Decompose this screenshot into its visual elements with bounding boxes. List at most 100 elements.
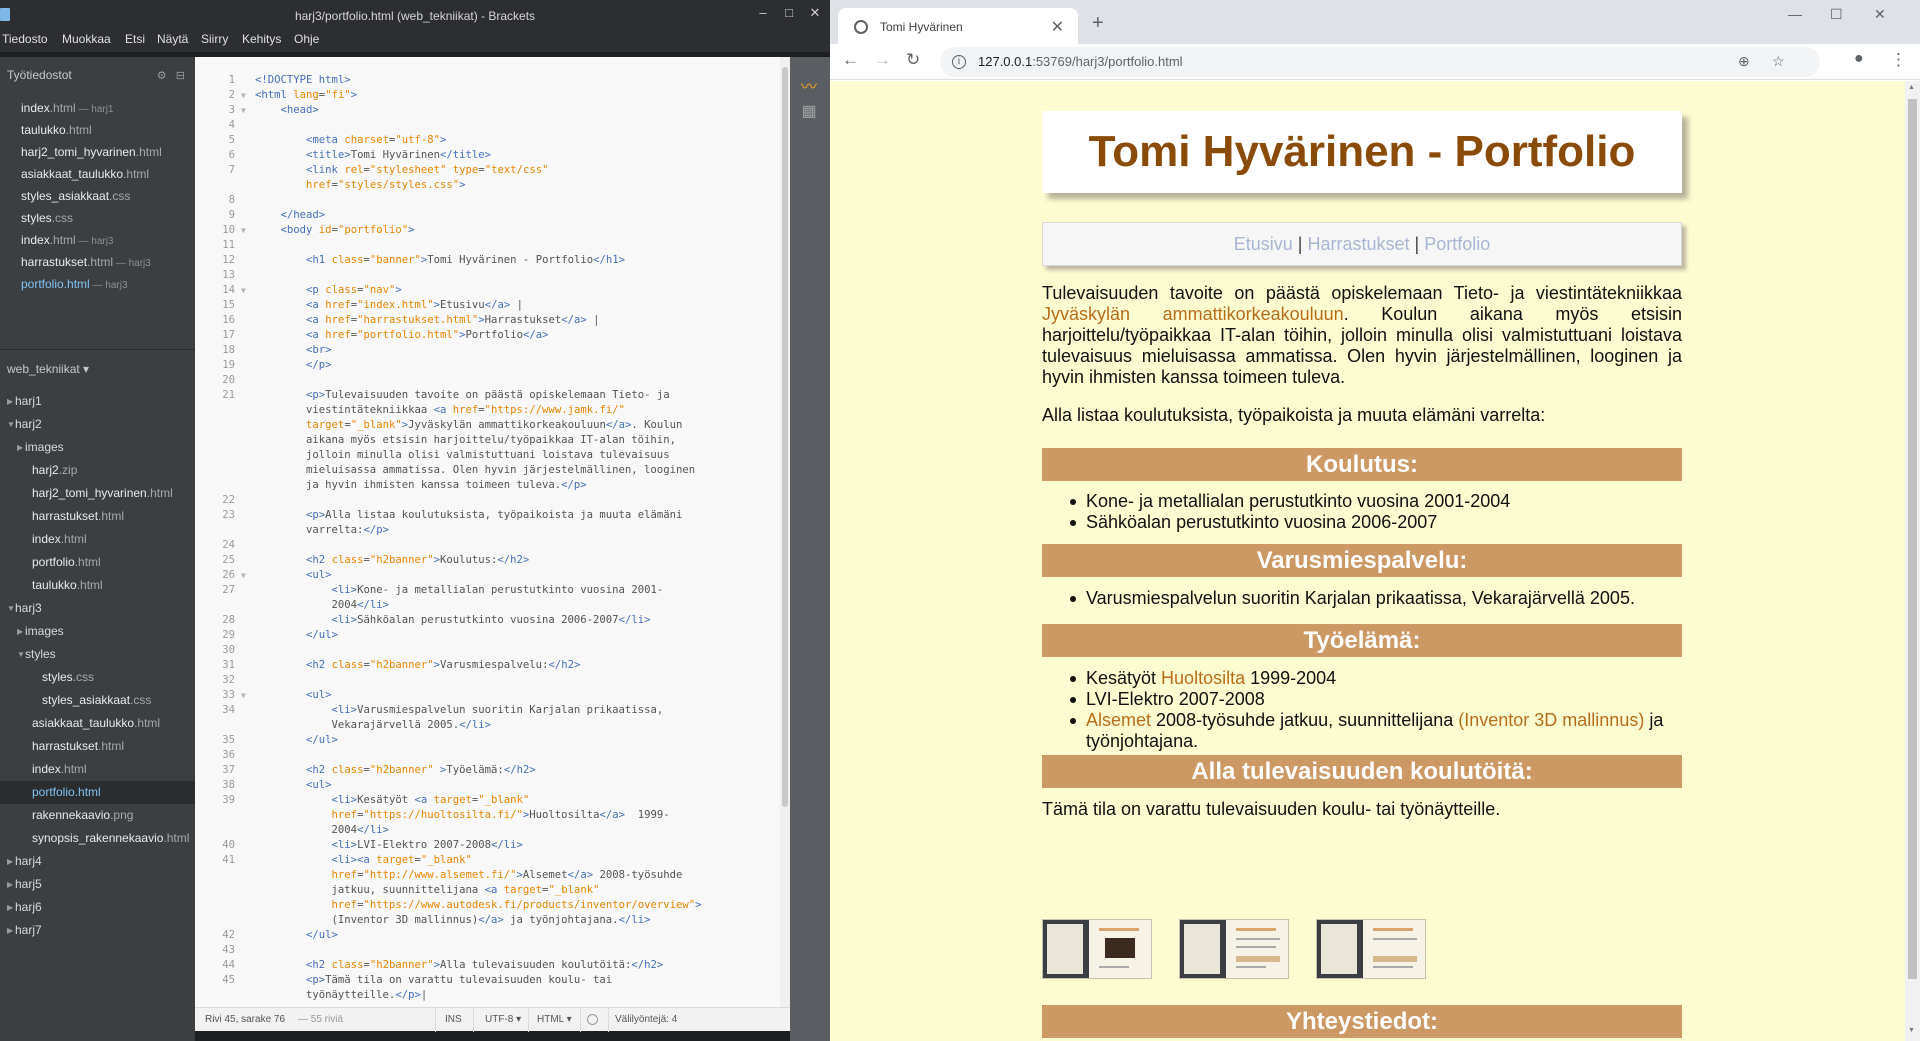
code-line[interactable]: 43 <box>222 943 702 958</box>
code-line[interactable]: varrelta:</p> <box>255 523 702 538</box>
linter-status-icon[interactable] <box>587 1014 598 1025</box>
maximize-button[interactable]: □ <box>778 4 800 22</box>
code-line[interactable]: href="styles/styles.css"> <box>255 178 702 193</box>
code-line[interactable]: 42 </ul> <box>222 928 702 943</box>
tree-file[interactable]: index.html <box>0 528 195 551</box>
code-line[interactable]: 44 <h2 class="h2banner">Alla tulevaisuud… <box>222 958 702 973</box>
working-file-item[interactable]: index.html — harj1 <box>0 97 195 119</box>
tree-folder[interactable]: ▶ harj7 <box>0 919 195 942</box>
working-file-item[interactable]: styles.css <box>0 207 195 229</box>
fold-arrow-icon[interactable]: ▼ <box>241 568 246 583</box>
tree-folder[interactable]: ▶ images <box>0 436 195 459</box>
code-line[interactable]: 8 <box>229 193 702 208</box>
code-line[interactable]: 19 </p> <box>222 358 702 373</box>
project-dropdown[interactable]: web_tekniikat ▾ <box>7 362 89 376</box>
url-text[interactable]: 127.0.0.1:53769/harj3/portfolio.html <box>978 54 1183 69</box>
bookmark-star-icon[interactable]: ☆ <box>1772 53 1785 70</box>
chevron-right-icon[interactable]: ▶ <box>7 390 13 413</box>
working-file-item[interactable]: taulukko.html <box>0 119 195 141</box>
code-line[interactable]: 9 </head> <box>229 208 702 223</box>
tree-folder[interactable]: ▼ styles <box>0 643 195 666</box>
menu-kehitys[interactable]: Kehitys <box>242 32 281 46</box>
code-line[interactable]: href="http://www.alsemet.fi/">Alsemet</a… <box>255 868 702 883</box>
new-tab-button[interactable]: + <box>1092 12 1104 35</box>
code-line[interactable]: href="https://huoltosilta.fi/">Huoltosil… <box>255 808 702 823</box>
tree-file[interactable]: styles.css <box>0 666 195 689</box>
code-line[interactable]: (Inventor 3D mallinnus)</a> ja työnjohta… <box>255 913 702 928</box>
tree-file[interactable]: harrastukset.html <box>0 735 195 758</box>
working-file-item[interactable]: harj2_tomi_hyvarinen.html <box>0 141 195 163</box>
tree-folder[interactable]: ▼ harj2 <box>0 413 195 436</box>
tree-folder[interactable]: ▶ harj4 <box>0 850 195 873</box>
code-line[interactable]: jolloin minulla olisi valmistuttuani loi… <box>255 448 702 463</box>
back-arrow-icon[interactable]: ← <box>842 50 859 70</box>
code-line[interactable]: jatkuu, suunnittelijana <a target="_blan… <box>255 883 702 898</box>
live-preview-icon[interactable]: 〰 <box>798 73 820 96</box>
code-line[interactable]: aikana myös etsisin harjoittelu/työpaikk… <box>255 433 702 448</box>
chevron-right-icon[interactable]: ▶ <box>7 873 13 896</box>
code-line[interactable]: target="_blank">Jyväskylän ammattikorkea… <box>255 418 702 433</box>
working-file-item[interactable]: portfolio.html — harj3 <box>0 273 195 295</box>
working-file-item[interactable]: styles_asiakkaat.css <box>0 185 195 207</box>
nav-link-harrastukset[interactable]: Harrastukset <box>1307 234 1409 254</box>
thumbnail-image[interactable] <box>1042 919 1152 979</box>
tree-file[interactable]: index.html <box>0 758 195 781</box>
code-line[interactable]: 2 ▼ <html lang="fi"> <box>229 88 702 103</box>
split-view-icon[interactable]: ⊟ <box>176 70 185 82</box>
code-line[interactable]: 2004</li> <box>255 823 702 838</box>
nav-link-portfolio[interactable]: Portfolio <box>1424 234 1490 254</box>
address-bar[interactable]: i 127.0.0.1:53769/harj3/portfolio.html ⊕… <box>940 47 1820 77</box>
tree-folder[interactable]: ▶ harj1 <box>0 390 195 413</box>
code-line[interactable]: 34 <li>Varusmiespalvelun suoritin Karjal… <box>222 703 702 718</box>
indent-setting[interactable]: Välilyöntejä: 4 <box>615 1014 677 1025</box>
code-line[interactable]: 7 <link rel="stylesheet" type="text/css" <box>229 163 702 178</box>
scroll-up-arrow-icon[interactable]: ▲ <box>1908 84 1915 91</box>
tree-folder[interactable]: ▶ harj5 <box>0 873 195 896</box>
zoom-icon[interactable]: ⊕ <box>1738 53 1750 70</box>
code-line[interactable]: 40 <li>LVI-Elektro 2007-2008</li> <box>222 838 702 853</box>
tab-close-icon[interactable]: ✕ <box>1051 17 1064 37</box>
working-file-item[interactable]: asiakkaat_taulukko.html <box>0 163 195 185</box>
thumbnail-image[interactable] <box>1179 919 1289 979</box>
tree-file[interactable]: synopsis_rakennekaavio.html <box>0 827 195 850</box>
menu-tiedosto[interactable]: Tiedosto <box>2 32 48 46</box>
chrome-maximize-button[interactable]: ☐ <box>1830 6 1843 23</box>
forward-arrow-icon[interactable]: → <box>874 50 891 70</box>
code-line[interactable]: 17 <a href="portfolio.html">Portfolio</a… <box>222 328 702 343</box>
close-button[interactable]: ✕ <box>804 4 826 22</box>
chrome-close-button[interactable]: ✕ <box>1874 6 1886 23</box>
code-line[interactable]: viestintätekniikkaa <a href="https://www… <box>255 403 702 418</box>
code-line[interactable]: 39 <li>Kesätyöt <a target="_blank" <box>222 793 702 808</box>
code-line[interactable]: 14 ▼ <p class="nav"> <box>222 283 702 298</box>
code-line[interactable]: 5 <meta charset="utf-8"> <box>229 133 702 148</box>
tree-file[interactable]: styles_asiakkaat.css <box>0 689 195 712</box>
info-icon[interactable]: i <box>952 55 966 69</box>
tree-file[interactable]: portfolio.html <box>0 781 195 804</box>
code-line[interactable]: 28 <li>Sähköalan perustutkinto vuosina 2… <box>222 613 702 628</box>
tree-folder[interactable]: ▼ harj3 <box>0 597 195 620</box>
code-line[interactable]: 38 <ul> <box>222 778 702 793</box>
code-line[interactable]: 2004</li> <box>255 598 702 613</box>
code-line[interactable]: 22 <box>222 493 702 508</box>
code-line[interactable]: Vekarajärvellä 2005.</li> <box>255 718 702 733</box>
code-line[interactable]: 16 <a href="harrastukset.html">Harrastuk… <box>222 313 702 328</box>
chevron-down-icon[interactable]: ▼ <box>7 413 15 436</box>
code-line[interactable]: 29 </ul> <box>222 628 702 643</box>
thumbnail-image[interactable] <box>1316 919 1426 979</box>
code-line[interactable]: mieluisassa ammatissa. Olen hyvin järjes… <box>255 463 702 478</box>
chevron-right-icon[interactable]: ▶ <box>7 896 13 919</box>
code-line[interactable]: 24 <box>222 538 702 553</box>
editor-scrollbar[interactable] <box>780 57 790 1007</box>
menu-ohje[interactable]: Ohje <box>294 32 319 46</box>
code-line[interactable]: 6 <title>Tomi Hyvärinen</title> <box>229 148 702 163</box>
editor-scroll-thumb[interactable] <box>782 67 788 807</box>
minimize-button[interactable]: – <box>752 4 774 22</box>
chevron-right-icon[interactable]: ▶ <box>7 919 13 942</box>
code-line[interactable]: 23 <p>Alla listaa koulutuksista, työpaik… <box>222 508 702 523</box>
code-line[interactable]: 20 <box>222 373 702 388</box>
page-scroll-thumb[interactable] <box>1908 99 1917 979</box>
code-line[interactable]: 26 ▼ <ul> <box>222 568 702 583</box>
insert-mode[interactable]: INS <box>445 1014 462 1025</box>
scroll-down-arrow-icon[interactable]: ▼ <box>1908 1027 1915 1034</box>
code-line[interactable]: 35 </ul> <box>222 733 702 748</box>
